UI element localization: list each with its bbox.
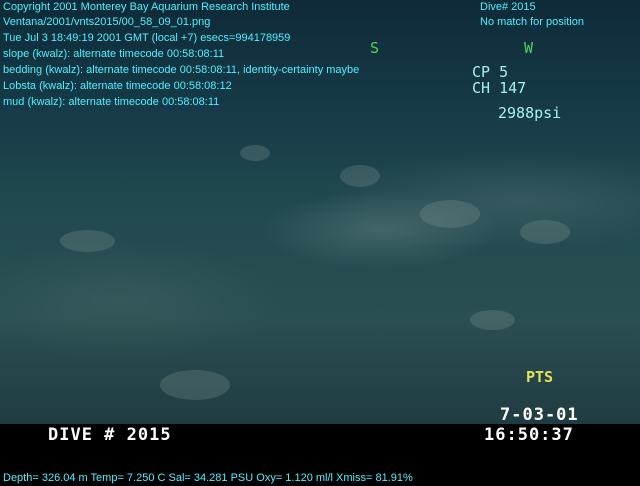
position-status-text: No match for position — [480, 16, 584, 28]
timestamp-text: Tue Jul 3 18:49:19 2001 GMT (local +7) e… — [3, 32, 291, 44]
rock — [520, 220, 570, 244]
annotation-line: mud (kwalz): alternate timecode 00:58:08… — [3, 96, 220, 108]
rock — [60, 230, 115, 252]
annotation-line: slope (kwalz): alternate timecode 00:58:… — [3, 48, 225, 60]
dive-number-text: Dive# 2015 — [480, 1, 536, 13]
ch-readout: CH 147 — [472, 79, 527, 97]
date-readout: 7-03-01 — [500, 405, 579, 425]
video-frame: Copyright 2001 Monterey Bay Aquarium Res… — [0, 0, 640, 486]
time-readout: 16:50:37 — [484, 425, 574, 445]
rock — [340, 165, 380, 187]
pts-label: PTS — [526, 368, 554, 386]
annotation-line: Lobsta (kwalz): alternate timecode 00:58… — [3, 80, 232, 92]
compass-south-label: S — [370, 39, 380, 57]
dive-label: DIVE # 2015 — [48, 425, 172, 445]
file-path-text: Ventana/2001/vnts2015/00_58_09_01.png — [3, 16, 211, 28]
compass-west-label: W — [524, 39, 534, 57]
copyright-text: Copyright 2001 Monterey Bay Aquarium Res… — [3, 1, 290, 13]
rock — [470, 310, 515, 330]
rock — [160, 370, 230, 400]
annotation-line: bedding (kwalz): alternate timecode 00:5… — [3, 64, 360, 76]
rock — [420, 200, 480, 228]
pressure-readout: 2988psi — [498, 104, 562, 122]
rock — [240, 145, 270, 161]
telemetry-text: Depth= 326.04 m Temp= 7.250 C Sal= 34.28… — [3, 472, 413, 484]
